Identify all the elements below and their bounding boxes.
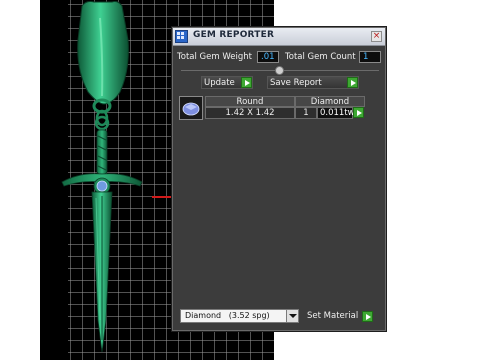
material-dropdown-value: Diamond (3.52 spg) <box>185 311 270 320</box>
total-gem-count-value: 1 <box>359 51 381 63</box>
column-header-material: Diamond <box>295 96 365 107</box>
round-diamond-thumbnail <box>179 96 203 120</box>
title-bar[interactable]: GEM REPORTER × <box>173 28 385 46</box>
column-header-shape: Round <box>205 96 295 107</box>
window-title: GEM REPORTER <box>193 30 275 40</box>
green-arrow-icon <box>347 77 358 88</box>
close-icon[interactable]: × <box>371 31 382 42</box>
update-button-label: Update <box>204 78 235 88</box>
gem-size-cell: 1.42 X 1.42 <box>205 107 295 119</box>
save-report-button[interactable]: Save Report <box>267 76 359 89</box>
total-gem-weight-label: Total Gem Weight <box>177 52 252 62</box>
set-material-button[interactable] <box>362 311 373 322</box>
splitter-handle[interactable] <box>275 66 284 75</box>
gem-reporter-app-icon <box>175 30 188 43</box>
gem-count-cell: 1 <box>295 107 317 119</box>
gem-table-row[interactable]: Round Diamond 1.42 X 1.42 1 0.011tw <box>179 96 367 120</box>
green-arrow-icon <box>241 77 252 88</box>
total-gem-count-label: Total Gem Count <box>285 52 356 62</box>
set-material-label: Set Material <box>307 311 359 321</box>
chevron-down-icon[interactable] <box>286 310 298 322</box>
update-button[interactable]: Update <box>201 76 253 89</box>
gem-reporter-panel: GEM REPORTER × Total Gem Weight .01 Tota… <box>172 27 386 331</box>
save-report-button-label: Save Report <box>270 78 322 88</box>
material-dropdown[interactable]: Diamond (3.52 spg) <box>180 309 299 323</box>
gem-weight-cell: 0.011tw <box>317 107 355 119</box>
dagger-pendant-model[interactable] <box>56 0 166 360</box>
total-gem-weight-value: .01 <box>257 51 279 63</box>
row-go-button[interactable] <box>353 107 364 118</box>
